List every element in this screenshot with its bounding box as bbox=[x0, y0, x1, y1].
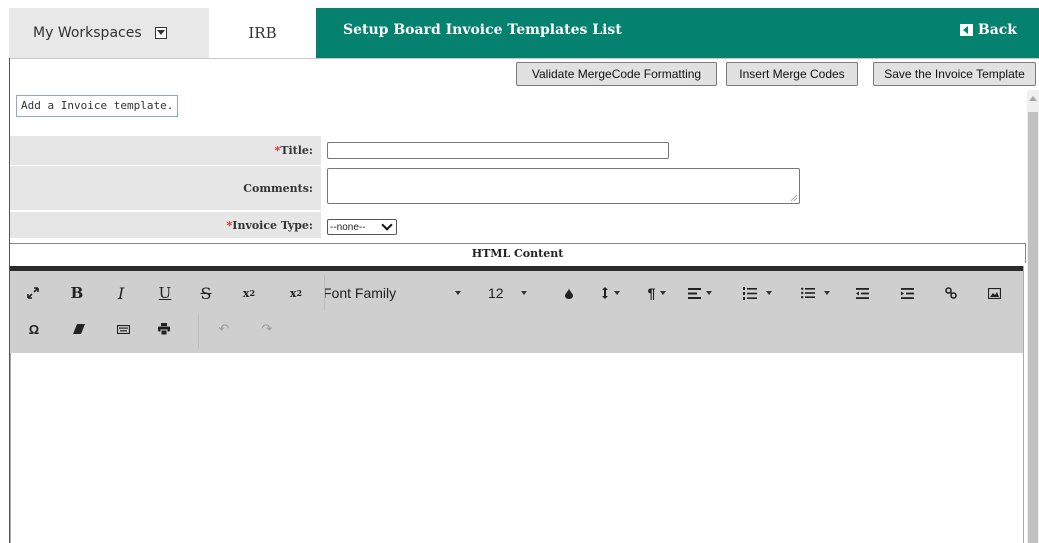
title-input[interactable] bbox=[327, 142, 669, 159]
keyboard-icon[interactable] bbox=[114, 319, 132, 339]
special-characters-icon[interactable]: Ω bbox=[25, 319, 43, 339]
image-icon[interactable] bbox=[985, 283, 1003, 303]
superscript-icon[interactable]: x2 bbox=[285, 283, 307, 303]
scroll-up-arrow-icon[interactable] bbox=[1029, 96, 1037, 101]
chevron-down-icon bbox=[381, 219, 393, 231]
top-navigation: My Workspaces IRB Setup Board Invoice Te… bbox=[0, 0, 1039, 58]
title-label-text: Title: bbox=[280, 144, 313, 157]
dropdown-arrow-icon[interactable] bbox=[154, 27, 167, 39]
comments-label: Comments: bbox=[10, 166, 321, 210]
irb-tab[interactable]: IRB bbox=[209, 8, 316, 58]
underline-icon[interactable]: U bbox=[155, 283, 175, 303]
bold-icon[interactable]: B bbox=[68, 283, 86, 303]
invoice-type-row: * Invoice Type: bbox=[10, 212, 1026, 238]
chevron-down-icon bbox=[660, 291, 667, 295]
fullscreen-icon[interactable] bbox=[24, 284, 42, 302]
strikethrough-icon[interactable]: S bbox=[196, 283, 216, 303]
line-height-icon[interactable] bbox=[596, 283, 624, 303]
invoice-type-value: --none-- bbox=[330, 221, 366, 233]
font-family-select[interactable]: Font Family bbox=[323, 283, 483, 303]
scrollbar-thumb[interactable] bbox=[1028, 112, 1038, 543]
chevron-down-icon bbox=[765, 291, 772, 295]
text-color-icon[interactable] bbox=[560, 283, 578, 303]
subscript-icon[interactable]: x2 bbox=[238, 283, 260, 303]
undo-icon[interactable]: ↶ bbox=[215, 319, 233, 339]
invoice-type-label: * Invoice Type: bbox=[10, 212, 321, 238]
chevron-down-icon bbox=[455, 291, 462, 295]
ordered-list-icon[interactable] bbox=[738, 283, 776, 303]
chevron-down-icon bbox=[520, 291, 527, 295]
my-workspaces-label: My Workspaces bbox=[33, 25, 142, 41]
editor-toolbar: B I U S x2 x2 Font Family 12 ¶ Ω ↶ ↷ bbox=[10, 271, 1023, 353]
irb-tab-label: IRB bbox=[248, 24, 277, 42]
clear-formatting-icon[interactable] bbox=[70, 319, 88, 339]
back-label: Back bbox=[977, 22, 1017, 38]
font-size-select[interactable]: 12 bbox=[488, 283, 548, 303]
font-family-label: Font Family bbox=[323, 285, 397, 301]
insert-merge-codes-button[interactable]: Insert Merge Codes bbox=[726, 62, 858, 86]
align-icon[interactable] bbox=[684, 283, 716, 303]
toolbar-separator bbox=[198, 314, 199, 349]
invoice-type-select[interactable]: --none-- bbox=[327, 219, 397, 235]
font-size-label: 12 bbox=[488, 285, 504, 301]
html-content-header: HTML Content bbox=[10, 243, 1026, 263]
link-icon[interactable] bbox=[942, 283, 960, 303]
comments-label-text: Comments: bbox=[243, 181, 313, 195]
chevron-down-icon bbox=[706, 291, 712, 295]
chevron-down-icon bbox=[613, 291, 620, 295]
chevron-down-icon bbox=[823, 291, 830, 295]
italic-icon[interactable]: I bbox=[112, 283, 130, 303]
outdent-icon[interactable] bbox=[853, 283, 871, 303]
redo-icon[interactable]: ↷ bbox=[258, 319, 276, 339]
help-text: Add a Invoice template. bbox=[16, 95, 179, 117]
title-label: * Title: bbox=[10, 136, 321, 165]
my-workspaces-tab[interactable]: My Workspaces bbox=[9, 8, 209, 58]
comments-textarea[interactable] bbox=[327, 168, 800, 204]
page-header: Setup Board Invoice Templates List Back bbox=[316, 8, 1039, 58]
save-invoice-template-button[interactable]: Save the Invoice Template bbox=[873, 62, 1036, 86]
vertical-scrollbar[interactable] bbox=[1027, 90, 1039, 543]
indent-icon[interactable] bbox=[898, 283, 916, 303]
back-arrow-icon bbox=[959, 24, 973, 36]
back-button[interactable]: Back bbox=[959, 22, 1017, 38]
page-title: Setup Board Invoice Templates List bbox=[343, 22, 622, 38]
print-icon[interactable] bbox=[155, 319, 173, 339]
paragraph-format-icon[interactable]: ¶ bbox=[643, 283, 671, 303]
header-divider bbox=[9, 58, 1039, 59]
toolbar-separator bbox=[324, 275, 325, 310]
unordered-list-icon[interactable] bbox=[796, 283, 834, 303]
invoice-type-label-text: Invoice Type: bbox=[232, 218, 313, 232]
validate-mergecode-button[interactable]: Validate MergeCode Formatting bbox=[516, 62, 717, 86]
